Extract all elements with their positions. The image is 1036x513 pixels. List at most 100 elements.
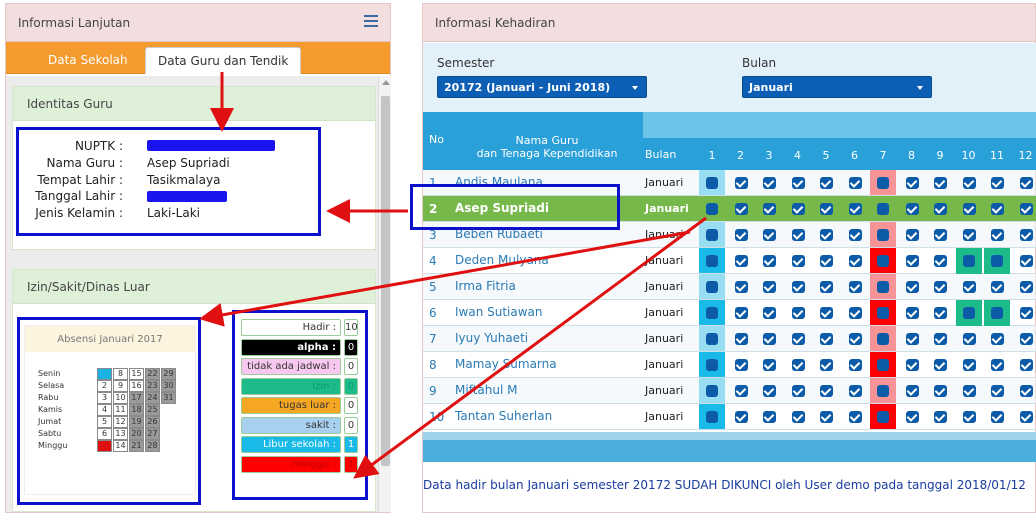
check-icon[interactable] (848, 281, 862, 293)
tab-data-sekolah[interactable]: Data Sekolah (36, 47, 140, 74)
check-icon[interactable] (1019, 333, 1033, 345)
status-empty-icon[interactable] (706, 203, 718, 215)
calendar-day-cell[interactable]: 20 (129, 428, 144, 440)
check-icon[interactable] (962, 229, 976, 241)
status-empty-icon[interactable] (706, 255, 718, 267)
check-icon[interactable] (820, 177, 833, 189)
check-icon[interactable] (991, 177, 1004, 189)
status-empty-icon[interactable] (877, 177, 889, 189)
check-icon[interactable] (791, 307, 805, 319)
check-icon[interactable] (820, 229, 833, 241)
check-icon[interactable] (934, 411, 947, 423)
calendar-day-cell[interactable]: 13 (113, 428, 128, 440)
calendar-day-cell[interactable]: 25 (145, 404, 160, 416)
table-row[interactable]: 4 Deden Mulyana Januari (423, 248, 1036, 274)
check-icon[interactable] (905, 203, 919, 215)
status-empty-icon[interactable] (962, 307, 975, 319)
check-icon[interactable] (962, 203, 976, 215)
calendar-day-cell[interactable]: 14 (113, 440, 128, 452)
status-empty-icon[interactable] (706, 411, 718, 423)
check-icon[interactable] (791, 359, 805, 371)
check-icon[interactable] (1019, 229, 1033, 241)
semester-select[interactable]: 20172 (Januari - Juni 2018) (437, 76, 647, 98)
calendar-day-cell[interactable]: 30 (161, 380, 176, 392)
check-icon[interactable] (820, 255, 833, 267)
status-empty-icon[interactable] (991, 307, 1003, 319)
check-icon[interactable] (991, 411, 1004, 423)
check-icon[interactable] (791, 203, 805, 215)
check-icon[interactable] (820, 411, 833, 423)
check-icon[interactable] (1019, 359, 1033, 371)
check-icon[interactable] (1019, 203, 1033, 215)
check-icon[interactable] (791, 177, 805, 189)
check-icon[interactable] (848, 359, 862, 371)
calendar-day-cell[interactable]: 15 (129, 368, 144, 380)
check-icon[interactable] (934, 255, 947, 267)
scroll-up-icon[interactable] (382, 80, 390, 85)
check-icon[interactable] (734, 229, 748, 241)
check-icon[interactable] (791, 385, 805, 397)
calendar-day-cell[interactable]: 16 (129, 380, 144, 392)
check-icon[interactable] (848, 385, 862, 397)
check-icon[interactable] (763, 333, 776, 345)
check-icon[interactable] (820, 359, 833, 371)
check-icon[interactable] (1019, 385, 1033, 397)
calendar-day-cell[interactable]: 6 (97, 428, 112, 440)
check-icon[interactable] (763, 281, 776, 293)
check-icon[interactable] (763, 177, 776, 189)
check-icon[interactable] (991, 385, 1004, 397)
teacher-name[interactable]: Iwan Sutiawan (455, 305, 543, 319)
check-icon[interactable] (763, 385, 776, 397)
status-empty-icon[interactable] (706, 307, 718, 319)
check-icon[interactable] (905, 307, 919, 319)
check-icon[interactable] (734, 385, 748, 397)
calendar-day-cell[interactable]: 7 (97, 440, 112, 452)
teacher-name[interactable]: Tantan Suherlan (455, 409, 552, 423)
calendar-day-cell[interactable]: 21 (129, 440, 144, 452)
status-empty-icon[interactable] (706, 333, 718, 345)
status-empty-icon[interactable] (877, 307, 889, 319)
check-icon[interactable] (734, 203, 748, 215)
calendar-day-cell[interactable]: 9 (113, 380, 128, 392)
status-empty-icon[interactable] (877, 385, 889, 397)
calendar-day-cell[interactable]: 10 (113, 392, 128, 404)
check-icon[interactable] (791, 255, 805, 267)
status-empty-icon[interactable] (706, 385, 718, 397)
check-icon[interactable] (905, 411, 919, 423)
check-icon[interactable] (820, 333, 833, 345)
check-icon[interactable] (905, 177, 919, 189)
status-empty-icon[interactable] (877, 359, 889, 371)
check-icon[interactable] (848, 177, 862, 189)
check-icon[interactable] (820, 385, 833, 397)
check-icon[interactable] (934, 359, 947, 371)
check-icon[interactable] (734, 411, 748, 423)
calendar-day-cell[interactable]: 27 (145, 428, 160, 440)
check-icon[interactable] (1019, 307, 1033, 319)
check-icon[interactable] (734, 359, 748, 371)
check-icon[interactable] (962, 411, 976, 423)
check-icon[interactable] (763, 255, 776, 267)
month-select[interactable]: Januari (742, 76, 932, 98)
check-icon[interactable] (791, 333, 805, 345)
check-icon[interactable] (1019, 255, 1033, 267)
check-icon[interactable] (905, 229, 919, 241)
calendar-day-cell[interactable]: 18 (129, 404, 144, 416)
teacher-name[interactable]: Iyuy Yuhaeti (455, 331, 528, 345)
status-empty-icon[interactable] (877, 229, 889, 241)
calendar-day-cell[interactable]: 11 (113, 404, 128, 416)
check-icon[interactable] (848, 333, 862, 345)
calendar-day-cell[interactable]: 4 (97, 404, 112, 416)
table-row[interactable]: 7 Iyuy Yuhaeti Januari (423, 326, 1036, 352)
check-icon[interactable] (848, 203, 862, 215)
check-icon[interactable] (1019, 281, 1033, 293)
check-icon[interactable] (848, 411, 862, 423)
check-icon[interactable] (734, 307, 748, 319)
check-icon[interactable] (734, 281, 748, 293)
table-row[interactable]: 9 Miftahul M Januari (423, 378, 1036, 404)
status-empty-icon[interactable] (877, 333, 889, 345)
status-empty-icon[interactable] (877, 411, 889, 423)
hamburger-menu-icon[interactable] (364, 15, 378, 27)
check-icon[interactable] (763, 411, 776, 423)
check-icon[interactable] (763, 359, 776, 371)
check-icon[interactable] (1019, 177, 1033, 189)
